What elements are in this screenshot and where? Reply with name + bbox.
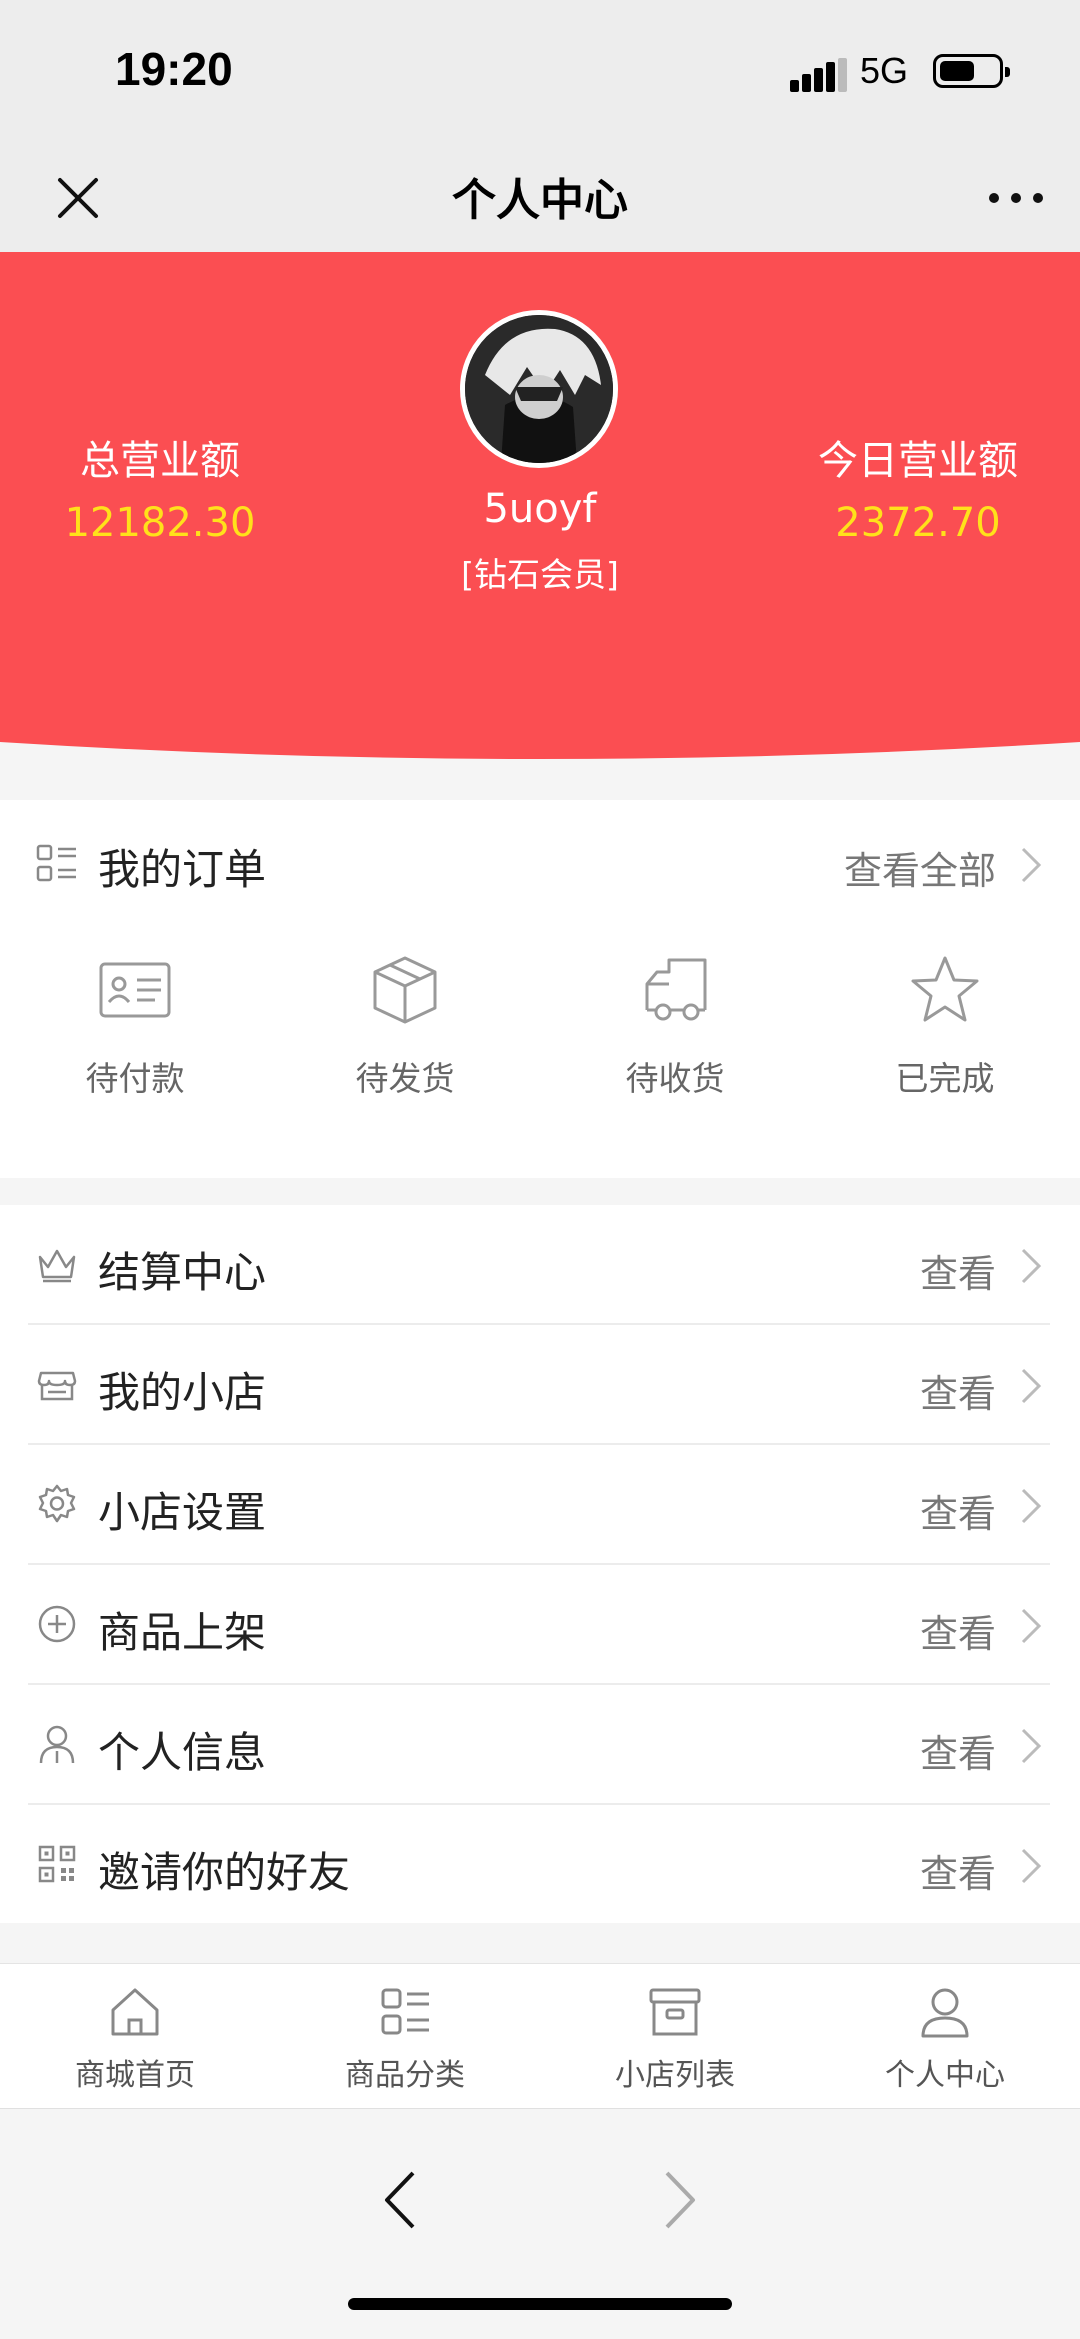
order-list-icon xyxy=(36,844,76,882)
menu-list: 结算中心 查看 我的小店 查看 小店设置 查看 商品上架 查看 个人信息 查看 … xyxy=(0,1205,1080,1923)
order-pending-payment[interactable]: 待付款 xyxy=(0,950,270,1140)
qrcode-icon xyxy=(38,1845,76,1883)
category-icon xyxy=(381,1988,429,2035)
signal-icon xyxy=(790,58,847,92)
chevron-right-icon xyxy=(1021,1488,1042,1524)
tab-label: 商品分类 xyxy=(345,2058,465,2093)
menu-item-action[interactable]: 查看 xyxy=(920,1723,996,1778)
total-revenue-value: 12182.30 xyxy=(64,500,256,546)
chevron-left-icon[interactable] xyxy=(375,2167,425,2233)
menu-item-product-listing[interactable]: 商品上架 查看 xyxy=(0,1565,1080,1685)
user-icon xyxy=(921,1988,969,2038)
menu-item-invite-friends[interactable]: 邀请你的好友 查看 xyxy=(0,1805,1080,1925)
view-all-link[interactable]: 查看全部 xyxy=(844,840,996,895)
menu-item-action[interactable]: 查看 xyxy=(920,1243,996,1298)
menu-item-action[interactable]: 查看 xyxy=(920,1363,996,1418)
battery-icon xyxy=(933,54,1010,88)
package-box-icon xyxy=(373,956,437,1024)
plus-circle-icon xyxy=(38,1605,76,1643)
member-level: [钻石会员] xyxy=(461,555,619,594)
user-icon xyxy=(39,1725,75,1764)
today-revenue-label: 今日营业额 xyxy=(818,438,1018,484)
order-completed[interactable]: 已完成 xyxy=(810,950,1080,1140)
order-status-list: 待付款 待发货 待收货 已完成 xyxy=(0,950,1080,1140)
chevron-right-icon xyxy=(1021,1248,1042,1284)
home-icon xyxy=(111,1988,159,2036)
menu-item-action[interactable]: 查看 xyxy=(920,1843,996,1898)
page-title: 个人中心 xyxy=(452,175,628,226)
chevron-right-icon xyxy=(1021,1848,1042,1884)
nav-bar: 个人中心 xyxy=(0,140,1080,252)
orders-header[interactable]: 我的订单 查看全部 xyxy=(0,800,1080,925)
tab-bar: 商城首页 商品分类 小店列表 个人中心 xyxy=(0,1963,1080,2108)
menu-item-label: 个人信息 xyxy=(98,1728,267,1777)
home-indicator[interactable] xyxy=(348,2298,732,2310)
orders-title: 我的订单 xyxy=(98,845,267,894)
order-status-label: 待发货 xyxy=(355,1059,455,1098)
menu-item-label: 结算中心 xyxy=(98,1248,267,1297)
shop-icon xyxy=(37,1371,77,1401)
network-type: 5G xyxy=(860,50,909,91)
tab-store-list[interactable]: 小店列表 xyxy=(540,1964,810,2108)
order-pending-shipment[interactable]: 待发货 xyxy=(270,950,540,1140)
more-icon[interactable] xyxy=(982,168,1050,228)
gear-icon xyxy=(38,1484,76,1523)
total-revenue-label: 总营业额 xyxy=(80,438,240,484)
menu-item-label: 我的小店 xyxy=(98,1368,267,1417)
today-revenue: 今日营业额 2372.70 xyxy=(718,428,1080,546)
tab-category[interactable]: 商品分类 xyxy=(270,1964,540,2108)
tab-label: 个人中心 xyxy=(885,2058,1005,2093)
status-time: 19:20 xyxy=(115,43,233,95)
total-revenue: 总营业额 12182.30 xyxy=(0,428,360,546)
tab-profile[interactable]: 个人中心 xyxy=(810,1964,1080,2108)
chevron-right-icon xyxy=(1021,1608,1042,1644)
chevron-right-icon xyxy=(1021,1728,1042,1764)
crown-icon xyxy=(38,1249,76,1283)
menu-item-label: 小店设置 xyxy=(98,1488,267,1537)
profile-header: 5uoyf [钻石会员] 总营业额 12182.30 今日营业额 2372.70 xyxy=(0,252,1080,772)
avatar[interactable] xyxy=(460,310,618,468)
status-bar: 19:20 5G xyxy=(0,0,1080,140)
order-status-label: 已完成 xyxy=(895,1059,995,1098)
menu-item-action[interactable]: 查看 xyxy=(920,1603,996,1658)
chevron-right-icon xyxy=(1021,847,1042,883)
order-status-label: 待付款 xyxy=(85,1059,185,1098)
delivery-truck-icon xyxy=(645,958,707,1021)
header-curve xyxy=(0,742,1080,772)
menu-item-label: 邀请你的好友 xyxy=(98,1848,351,1897)
menu-item-my-shop[interactable]: 我的小店 查看 xyxy=(0,1325,1080,1445)
chevron-right-icon xyxy=(1021,1368,1042,1404)
star-icon xyxy=(911,956,979,1022)
store-box-icon xyxy=(649,1988,701,2036)
chevron-right-icon[interactable] xyxy=(655,2167,705,2233)
tab-label: 商城首页 xyxy=(75,2058,195,2093)
menu-item-label: 商品上架 xyxy=(98,1608,267,1657)
order-pending-receipt[interactable]: 待收货 xyxy=(540,950,810,1140)
menu-item-settlement[interactable]: 结算中心 查看 xyxy=(0,1205,1080,1325)
orders-card: 我的订单 查看全部 待付款 待发货 待收货 已完成 xyxy=(0,800,1080,1178)
tab-label: 小店列表 xyxy=(615,2058,735,2093)
menu-item-shop-settings[interactable]: 小店设置 查看 xyxy=(0,1445,1080,1565)
menu-item-action[interactable]: 查看 xyxy=(920,1483,996,1538)
tab-home[interactable]: 商城首页 xyxy=(0,1964,270,2108)
today-revenue-value: 2372.70 xyxy=(835,500,1001,546)
menu-item-personal-info[interactable]: 个人信息 查看 xyxy=(0,1685,1080,1805)
payment-card-icon xyxy=(99,962,171,1018)
order-status-label: 待收货 xyxy=(625,1059,725,1098)
